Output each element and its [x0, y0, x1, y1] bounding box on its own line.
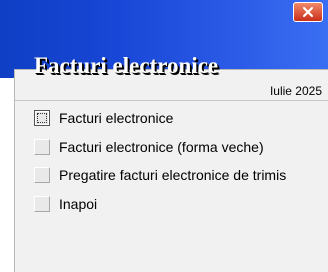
page-title: Facturi electronice	[34, 53, 219, 78]
menu-item-label: Pregatire facturi electronice de trimis	[59, 167, 287, 183]
menu-item-pregatire[interactable]: Pregatire facturi electronice de trimis	[34, 165, 286, 185]
menu-item-label: Inapoi	[59, 196, 98, 212]
menu-button[interactable]	[34, 139, 50, 155]
date-label: Iulie 2025	[269, 84, 322, 98]
menu-item-inapoi[interactable]: Inapoi	[34, 194, 97, 214]
close-button[interactable]	[293, 2, 323, 22]
header-divider	[15, 100, 328, 101]
close-icon	[302, 6, 314, 18]
menu-item-label: Facturi electronice	[59, 110, 174, 126]
menu-button[interactable]	[34, 110, 50, 126]
menu-button[interactable]	[34, 196, 50, 212]
menu-item-label: Facturi electronice (forma veche)	[59, 139, 264, 155]
menu-button[interactable]	[34, 167, 50, 183]
menu-item-forma-veche[interactable]: Facturi electronice (forma veche)	[34, 137, 264, 157]
menu-item-facturi-electronice[interactable]: Facturi electronice	[34, 108, 173, 128]
app-window: Facturi electronice Iulie 2025 Facturi e…	[0, 0, 328, 272]
